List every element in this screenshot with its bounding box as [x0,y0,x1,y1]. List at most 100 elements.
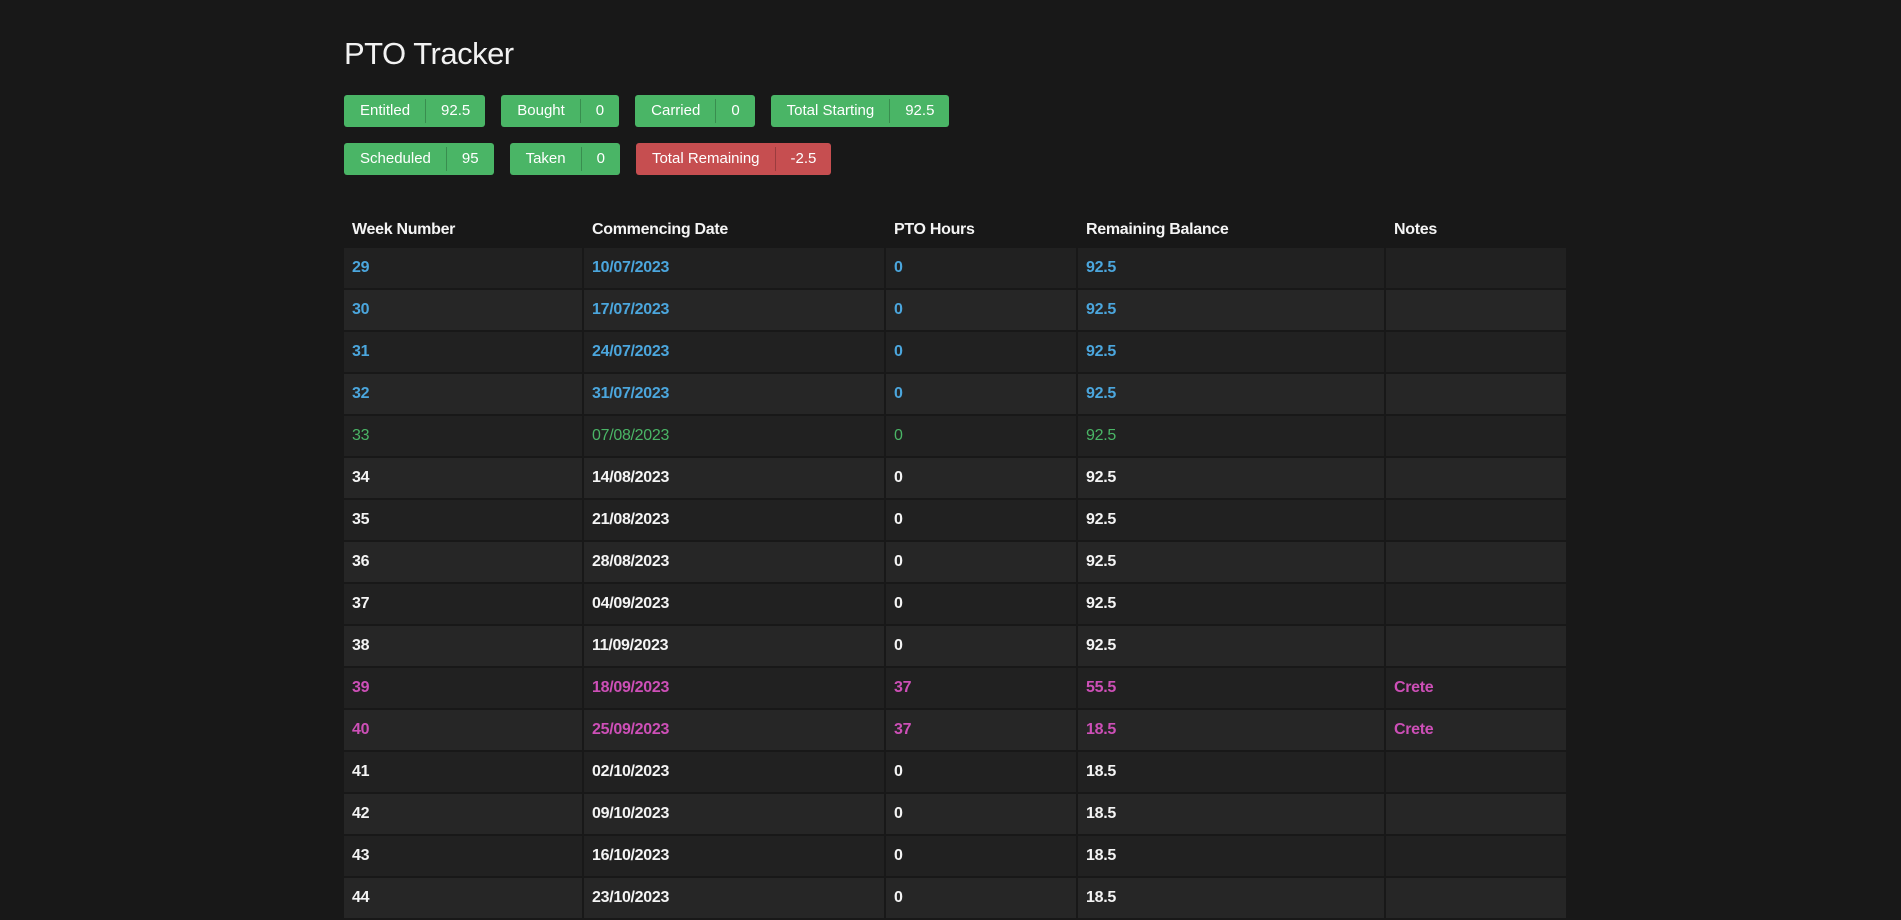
cell-notes [1386,416,1566,456]
cell-week-number: 44 [344,878,582,918]
table-row: 30 17/07/2023 0 92.5 [344,290,1566,330]
table-row: 35 21/08/2023 0 92.5 [344,500,1566,540]
table-row: 34 14/08/2023 0 92.5 [344,458,1566,498]
cell-remaining-balance: 92.5 [1078,458,1384,498]
header-notes[interactable]: Notes [1386,214,1566,246]
table-header: Week Number Commencing Date PTO Hours Re… [344,214,1566,246]
cell-commencing-date: 16/10/2023 [584,836,884,876]
table-header-row: Week Number Commencing Date PTO Hours Re… [344,214,1566,246]
cell-pto-hours: 0 [886,878,1076,918]
cell-commencing-date: 23/10/2023 [584,878,884,918]
pto-table: Week Number Commencing Date PTO Hours Re… [342,212,1568,920]
cell-remaining-balance: 55.5 [1078,668,1384,708]
cell-pto-hours: 37 [886,668,1076,708]
header-pto-hours[interactable]: PTO Hours [886,214,1076,246]
cell-notes [1386,836,1566,876]
table-row: 41 02/10/2023 0 18.5 [344,752,1566,792]
badge-value: 0 [596,150,605,167]
cell-remaining-balance: 92.5 [1078,416,1384,456]
cell-notes [1386,500,1566,540]
cell-week-number: 43 [344,836,582,876]
cell-remaining-balance: 92.5 [1078,584,1384,624]
cell-remaining-balance: 92.5 [1078,626,1384,666]
badge-label: Total Starting [786,102,875,119]
header-week-number[interactable]: Week Number [344,214,582,246]
table-row: 37 04/09/2023 0 92.5 [344,584,1566,624]
cell-commencing-date: 11/09/2023 [584,626,884,666]
badge-value: -2.5 [790,150,817,167]
cell-week-number: 38 [344,626,582,666]
cell-commencing-date: 17/07/2023 [584,290,884,330]
cell-remaining-balance: 92.5 [1078,500,1384,540]
badge-label: Taken [525,150,566,167]
table-body: 29 10/07/2023 0 92.5 30 17/07/2023 0 92.5 31 24/0… [344,248,1566,918]
cell-commencing-date: 28/08/2023 [584,542,884,582]
table-row: 32 31/07/2023 0 92.5 [344,374,1566,414]
cell-pto-hours: 0 [886,374,1076,414]
table-row: 44 23/10/2023 0 18.5 [344,878,1566,918]
summary-badge-scheduled: Scheduled 95 [344,143,494,175]
cell-notes [1386,542,1566,582]
cell-remaining-balance: 18.5 [1078,752,1384,792]
cell-remaining-balance: 18.5 [1078,794,1384,834]
cell-pto-hours: 0 [886,794,1076,834]
cell-commencing-date: 25/09/2023 [584,710,884,750]
cell-week-number: 36 [344,542,582,582]
summary-badges-row-1: Entitled 92.5 Bought 0 Carried 0 Total Startin… [344,95,950,127]
badge-value: 0 [731,102,740,119]
cell-remaining-balance: 18.5 [1078,878,1384,918]
cell-pto-hours: 0 [886,332,1076,372]
cell-pto-hours: 0 [886,248,1076,288]
cell-commencing-date: 31/07/2023 [584,374,884,414]
badge-label: Total Remaining [651,150,760,167]
header-remaining-balance[interactable]: Remaining Balance [1078,214,1384,246]
badge-label: Carried [651,102,701,119]
cell-notes: Crete [1386,668,1566,708]
header-commencing-date[interactable]: Commencing Date [584,214,884,246]
cell-commencing-date: 24/07/2023 [584,332,884,372]
cell-pto-hours: 37 [886,710,1076,750]
cell-remaining-balance: 92.5 [1078,542,1384,582]
summary-badge-entitled: Entitled 92.5 [344,95,486,127]
cell-pto-hours: 0 [886,458,1076,498]
summary-badge-taken: Taken 0 [509,143,620,175]
cell-week-number: 34 [344,458,582,498]
cell-notes [1386,332,1566,372]
cell-commencing-date: 09/10/2023 [584,794,884,834]
cell-week-number: 42 [344,794,582,834]
cell-pto-hours: 0 [886,416,1076,456]
badge-value: 0 [595,102,605,119]
cell-pto-hours: 0 [886,836,1076,876]
summary-badge-total-remaining: Total Remaining -2.5 [635,143,832,175]
cell-week-number: 35 [344,500,582,540]
table-row: 42 09/10/2023 0 18.5 [344,794,1566,834]
badge-label: Bought [517,102,565,119]
cell-pto-hours: 0 [886,542,1076,582]
cell-week-number: 39 [344,668,582,708]
cell-week-number: 31 [344,332,582,372]
cell-notes [1386,248,1566,288]
cell-week-number: 37 [344,584,582,624]
cell-notes: Crete [1386,710,1566,750]
summary-badge-total-starting: Total Starting 92.5 [770,95,950,127]
cell-notes [1386,290,1566,330]
cell-pto-hours: 0 [886,626,1076,666]
cell-remaining-balance: 18.5 [1078,836,1384,876]
cell-pto-hours: 0 [886,500,1076,540]
table-row: 33 07/08/2023 0 92.5 [344,416,1566,456]
badge-label: Scheduled [360,150,431,167]
cell-commencing-date: 02/10/2023 [584,752,884,792]
table-row: 38 11/09/2023 0 92.5 [344,626,1566,666]
cell-commencing-date: 04/09/2023 [584,584,884,624]
cell-remaining-balance: 92.5 [1078,290,1384,330]
cell-notes [1386,626,1566,666]
badge-value: 95 [461,150,479,167]
page-title: PTO Tracker [344,36,514,71]
cell-commencing-date: 21/08/2023 [584,500,884,540]
table-row: 40 25/09/2023 37 18.5 Crete [344,710,1566,750]
summary-badge-carried: Carried 0 [635,95,755,127]
cell-remaining-balance: 92.5 [1078,332,1384,372]
cell-week-number: 41 [344,752,582,792]
cell-notes [1386,752,1566,792]
cell-remaining-balance: 18.5 [1078,710,1384,750]
